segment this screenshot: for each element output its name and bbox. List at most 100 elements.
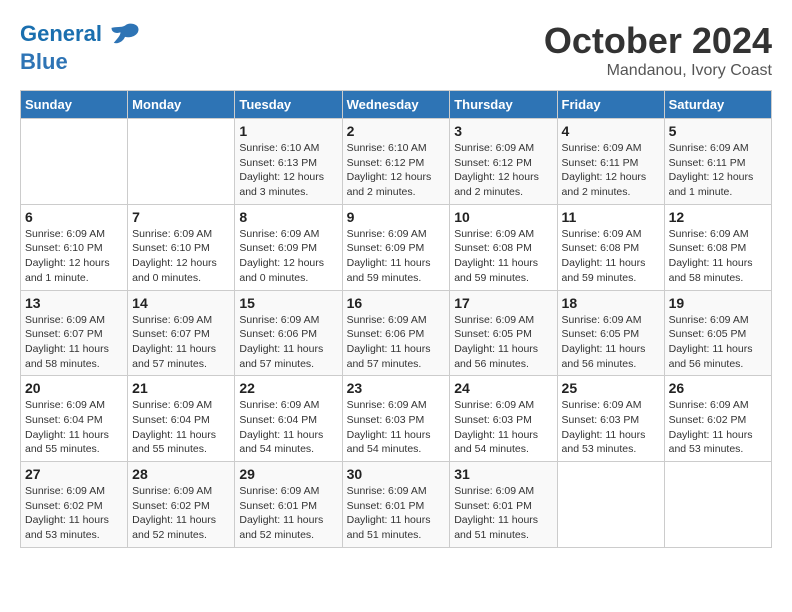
column-header-monday: Monday xyxy=(128,91,235,119)
day-number: 4 xyxy=(562,123,660,139)
day-number: 8 xyxy=(239,209,337,225)
day-cell: 1 Sunrise: 6:10 AM Sunset: 6:13 PM Daylig… xyxy=(235,119,342,205)
day-number: 22 xyxy=(239,380,337,396)
day-cell: 16 Sunrise: 6:09 AM Sunset: 6:06 PM Dayli… xyxy=(342,290,450,376)
day-cell: 14 Sunrise: 6:09 AM Sunset: 6:07 PM Dayli… xyxy=(128,290,235,376)
day-info: Sunrise: 6:09 AM Sunset: 6:11 PM Dayligh… xyxy=(562,141,660,200)
day-info: Sunrise: 6:09 AM Sunset: 6:02 PM Dayligh… xyxy=(132,484,230,543)
day-info: Sunrise: 6:09 AM Sunset: 6:05 PM Dayligh… xyxy=(669,313,767,372)
week-row-2: 6Sunrise: 6:09 AM Sunset: 6:10 PM Daylig… xyxy=(21,204,772,290)
day-cell: 25 Sunrise: 6:09 AM Sunset: 6:03 PM Dayli… xyxy=(557,376,664,462)
day-info: Sunrise: 6:09 AM Sunset: 6:01 PM Dayligh… xyxy=(347,484,446,543)
day-cell: 6Sunrise: 6:09 AM Sunset: 6:10 PM Daylig… xyxy=(21,204,128,290)
day-number: 29 xyxy=(239,466,337,482)
day-info: Sunrise: 6:09 AM Sunset: 6:06 PM Dayligh… xyxy=(347,313,446,372)
location-subtitle: Mandanou, Ivory Coast xyxy=(544,62,772,80)
day-cell: 30 Sunrise: 6:09 AM Sunset: 6:01 PM Dayli… xyxy=(342,462,450,548)
day-number: 31 xyxy=(454,466,552,482)
day-cell xyxy=(664,462,771,548)
day-number: 13 xyxy=(25,295,123,311)
day-info: Sunrise: 6:10 AM Sunset: 6:13 PM Dayligh… xyxy=(239,141,337,200)
column-header-wednesday: Wednesday xyxy=(342,91,450,119)
week-row-1: 1 Sunrise: 6:10 AM Sunset: 6:13 PM Daylig… xyxy=(21,119,772,205)
day-number: 23 xyxy=(347,380,446,396)
day-number: 24 xyxy=(454,380,552,396)
day-number: 1 xyxy=(239,123,337,139)
day-info: Sunrise: 6:09 AM Sunset: 6:08 PM Dayligh… xyxy=(669,227,767,286)
day-info: Sunrise: 6:09 AM Sunset: 6:09 PM Dayligh… xyxy=(239,227,337,286)
day-cell: 12 Sunrise: 6:09 AM Sunset: 6:08 PM Dayli… xyxy=(664,204,771,290)
month-title: October 2024 xyxy=(544,20,772,62)
day-cell xyxy=(21,119,128,205)
day-cell: 26 Sunrise: 6:09 AM Sunset: 6:02 PM Dayli… xyxy=(664,376,771,462)
day-info: Sunrise: 6:09 AM Sunset: 6:07 PM Dayligh… xyxy=(132,313,230,372)
day-number: 9 xyxy=(347,209,446,225)
day-cell: 29 Sunrise: 6:09 AM Sunset: 6:01 PM Dayli… xyxy=(235,462,342,548)
day-cell: 11Sunrise: 6:09 AM Sunset: 6:08 PM Dayli… xyxy=(557,204,664,290)
column-header-tuesday: Tuesday xyxy=(235,91,342,119)
day-info: Sunrise: 6:09 AM Sunset: 6:03 PM Dayligh… xyxy=(454,398,552,457)
day-info: Sunrise: 6:09 AM Sunset: 6:03 PM Dayligh… xyxy=(562,398,660,457)
day-number: 11 xyxy=(562,209,660,225)
day-number: 3 xyxy=(454,123,552,139)
logo-text: General Blue xyxy=(20,20,140,74)
day-number: 20 xyxy=(25,380,123,396)
day-cell: 4 Sunrise: 6:09 AM Sunset: 6:11 PM Daylig… xyxy=(557,119,664,205)
day-cell: 31 Sunrise: 6:09 AM Sunset: 6:01 PM Dayli… xyxy=(450,462,557,548)
day-info: Sunrise: 6:09 AM Sunset: 6:07 PM Dayligh… xyxy=(25,313,123,372)
day-number: 30 xyxy=(347,466,446,482)
day-info: Sunrise: 6:09 AM Sunset: 6:04 PM Dayligh… xyxy=(239,398,337,457)
day-info: Sunrise: 6:09 AM Sunset: 6:06 PM Dayligh… xyxy=(239,313,337,372)
day-cell xyxy=(557,462,664,548)
day-info: Sunrise: 6:09 AM Sunset: 6:04 PM Dayligh… xyxy=(25,398,123,457)
week-row-5: 27 Sunrise: 6:09 AM Sunset: 6:02 PM Dayli… xyxy=(21,462,772,548)
day-number: 26 xyxy=(669,380,767,396)
day-info: Sunrise: 6:10 AM Sunset: 6:12 PM Dayligh… xyxy=(347,141,446,200)
day-cell: 19 Sunrise: 6:09 AM Sunset: 6:05 PM Dayli… xyxy=(664,290,771,376)
day-cell: 24 Sunrise: 6:09 AM Sunset: 6:03 PM Dayli… xyxy=(450,376,557,462)
day-info: Sunrise: 6:09 AM Sunset: 6:12 PM Dayligh… xyxy=(454,141,552,200)
day-cell: 13 Sunrise: 6:09 AM Sunset: 6:07 PM Dayli… xyxy=(21,290,128,376)
day-number: 14 xyxy=(132,295,230,311)
day-cell: 2 Sunrise: 6:10 AM Sunset: 6:12 PM Daylig… xyxy=(342,119,450,205)
day-number: 25 xyxy=(562,380,660,396)
day-number: 15 xyxy=(239,295,337,311)
day-cell: 21Sunrise: 6:09 AM Sunset: 6:04 PM Dayli… xyxy=(128,376,235,462)
week-row-4: 20 Sunrise: 6:09 AM Sunset: 6:04 PM Dayli… xyxy=(21,376,772,462)
day-info: Sunrise: 6:09 AM Sunset: 6:10 PM Dayligh… xyxy=(132,227,230,286)
day-cell: 7 Sunrise: 6:09 AM Sunset: 6:10 PM Daylig… xyxy=(128,204,235,290)
week-row-3: 13 Sunrise: 6:09 AM Sunset: 6:07 PM Dayli… xyxy=(21,290,772,376)
day-cell: 5Sunrise: 6:09 AM Sunset: 6:11 PM Daylig… xyxy=(664,119,771,205)
day-number: 27 xyxy=(25,466,123,482)
day-number: 21 xyxy=(132,380,230,396)
day-info: Sunrise: 6:09 AM Sunset: 6:05 PM Dayligh… xyxy=(562,313,660,372)
title-block: October 2024 Mandanou, Ivory Coast xyxy=(544,20,772,80)
day-info: Sunrise: 6:09 AM Sunset: 6:02 PM Dayligh… xyxy=(669,398,767,457)
day-cell: 10 Sunrise: 6:09 AM Sunset: 6:08 PM Dayli… xyxy=(450,204,557,290)
calendar-table: SundayMondayTuesdayWednesdayThursdayFrid… xyxy=(20,90,772,548)
day-info: Sunrise: 6:09 AM Sunset: 6:01 PM Dayligh… xyxy=(454,484,552,543)
day-info: Sunrise: 6:09 AM Sunset: 6:08 PM Dayligh… xyxy=(454,227,552,286)
day-number: 2 xyxy=(347,123,446,139)
day-cell: 27 Sunrise: 6:09 AM Sunset: 6:02 PM Dayli… xyxy=(21,462,128,548)
day-number: 7 xyxy=(132,209,230,225)
day-info: Sunrise: 6:09 AM Sunset: 6:02 PM Dayligh… xyxy=(25,484,123,543)
day-cell: 15 Sunrise: 6:09 AM Sunset: 6:06 PM Dayli… xyxy=(235,290,342,376)
day-info: Sunrise: 6:09 AM Sunset: 6:03 PM Dayligh… xyxy=(347,398,446,457)
column-header-saturday: Saturday xyxy=(664,91,771,119)
day-info: Sunrise: 6:09 AM Sunset: 6:01 PM Dayligh… xyxy=(239,484,337,543)
day-cell: 17Sunrise: 6:09 AM Sunset: 6:05 PM Dayli… xyxy=(450,290,557,376)
day-cell: 20 Sunrise: 6:09 AM Sunset: 6:04 PM Dayli… xyxy=(21,376,128,462)
day-cell: 23 Sunrise: 6:09 AM Sunset: 6:03 PM Dayli… xyxy=(342,376,450,462)
day-cell: 8 Sunrise: 6:09 AM Sunset: 6:09 PM Daylig… xyxy=(235,204,342,290)
day-info: Sunrise: 6:09 AM Sunset: 6:05 PM Dayligh… xyxy=(454,313,552,372)
day-number: 10 xyxy=(454,209,552,225)
day-info: Sunrise: 6:09 AM Sunset: 6:11 PM Dayligh… xyxy=(669,141,767,200)
day-number: 19 xyxy=(669,295,767,311)
day-cell: 18Sunrise: 6:09 AM Sunset: 6:05 PM Dayli… xyxy=(557,290,664,376)
day-cell: 9Sunrise: 6:09 AM Sunset: 6:09 PM Daylig… xyxy=(342,204,450,290)
page-header: General Blue October 2024 Mandanou, Ivor… xyxy=(20,20,772,80)
day-number: 16 xyxy=(347,295,446,311)
day-number: 12 xyxy=(669,209,767,225)
column-header-friday: Friday xyxy=(557,91,664,119)
